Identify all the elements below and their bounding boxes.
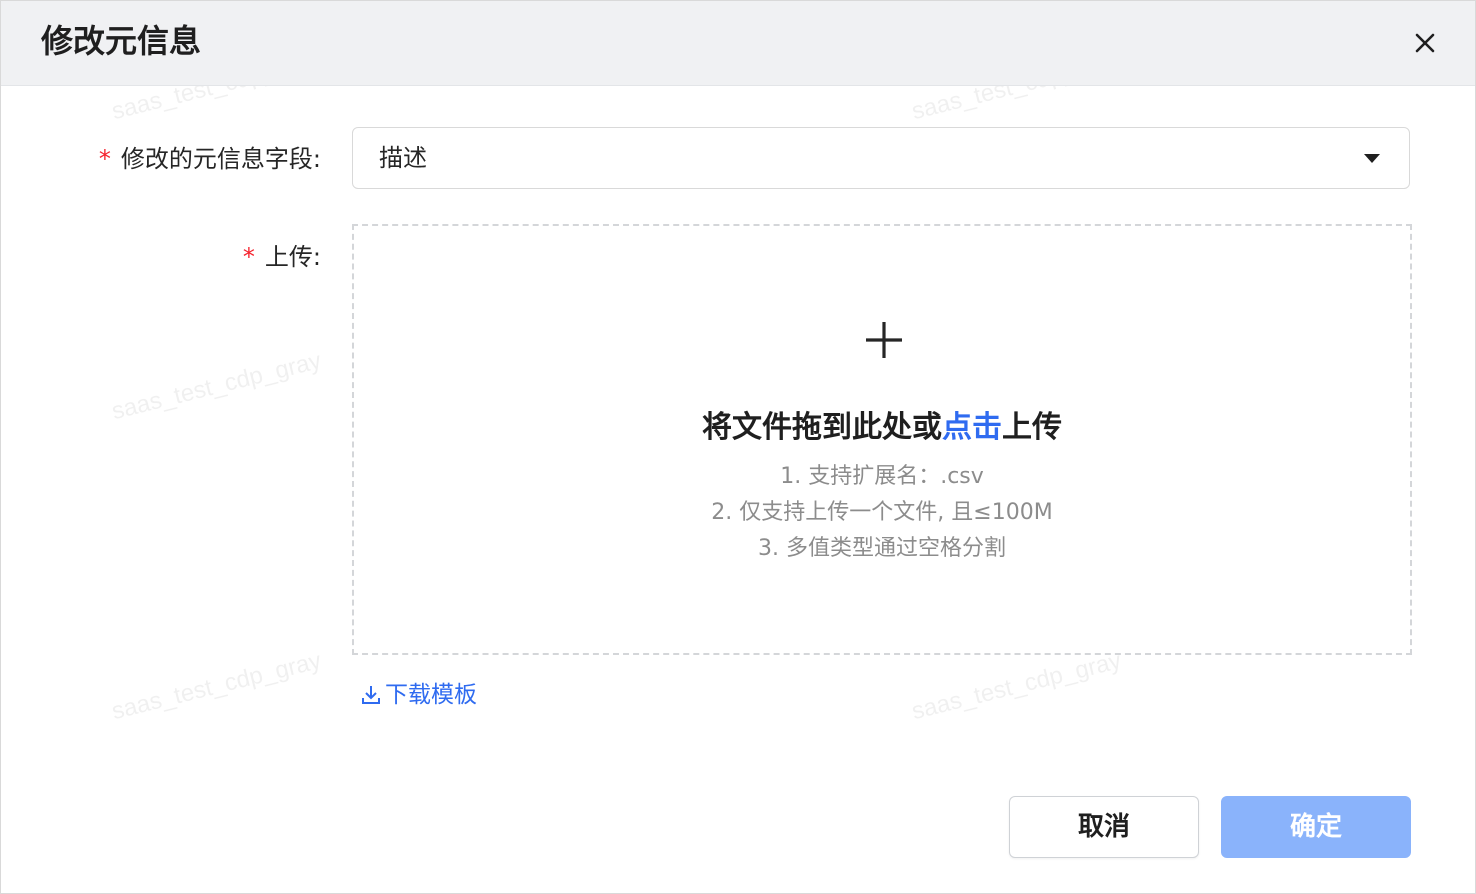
caret-down-icon xyxy=(1362,148,1382,168)
field-select-label: * 修改的元信息字段: xyxy=(77,143,321,175)
close-icon[interactable] xyxy=(1409,27,1441,59)
download-template-label: 下载模板 xyxy=(385,682,477,708)
upload-hint-3: 3. 多值类型通过空格分割 xyxy=(758,536,1006,561)
edit-metadata-dialog: saas_test_cdp_gray saas_test_cdp_gray sa… xyxy=(0,0,1476,894)
required-mark: * xyxy=(242,243,255,271)
download-template-link[interactable]: 下载模板 xyxy=(359,679,477,711)
dialog-header: 修改元信息 xyxy=(1,1,1475,86)
upload-hint-2: 2. 仅支持上传一个文件, 且≤100M xyxy=(711,500,1053,525)
watermark: saas_test_cdp_gray xyxy=(109,647,324,726)
watermark: saas_test_cdp_gray xyxy=(109,347,324,426)
select-value: 描述 xyxy=(379,144,427,172)
watermark: saas_test_cdp_gray xyxy=(909,647,1124,726)
field-select-label-text: 修改的元信息字段: xyxy=(120,145,321,173)
upload-click-link[interactable]: 点击 xyxy=(942,410,1002,445)
upload-label: * 上传: xyxy=(77,241,321,273)
required-mark: * xyxy=(98,145,111,173)
dialog-title: 修改元信息 xyxy=(41,22,202,60)
metadata-field-select[interactable]: 描述 xyxy=(352,127,1410,189)
upload-text-after: 上传 xyxy=(1002,410,1062,445)
download-icon xyxy=(359,683,383,707)
cancel-button[interactable]: 取消 xyxy=(1009,796,1199,858)
upload-dropzone[interactable]: 将文件拖到此处或点击上传 1. 支持扩展名：.csv 2. 仅支持上传一个文件,… xyxy=(352,224,1412,655)
upload-instruction: 将文件拖到此处或点击上传 xyxy=(354,408,1410,448)
upload-hint-1: 1. 支持扩展名：.csv xyxy=(780,464,984,489)
upload-label-text: 上传: xyxy=(264,243,321,271)
plus-icon xyxy=(864,320,904,360)
confirm-button[interactable]: 确定 xyxy=(1221,796,1411,858)
upload-text-before: 将文件拖到此处或 xyxy=(702,410,942,445)
